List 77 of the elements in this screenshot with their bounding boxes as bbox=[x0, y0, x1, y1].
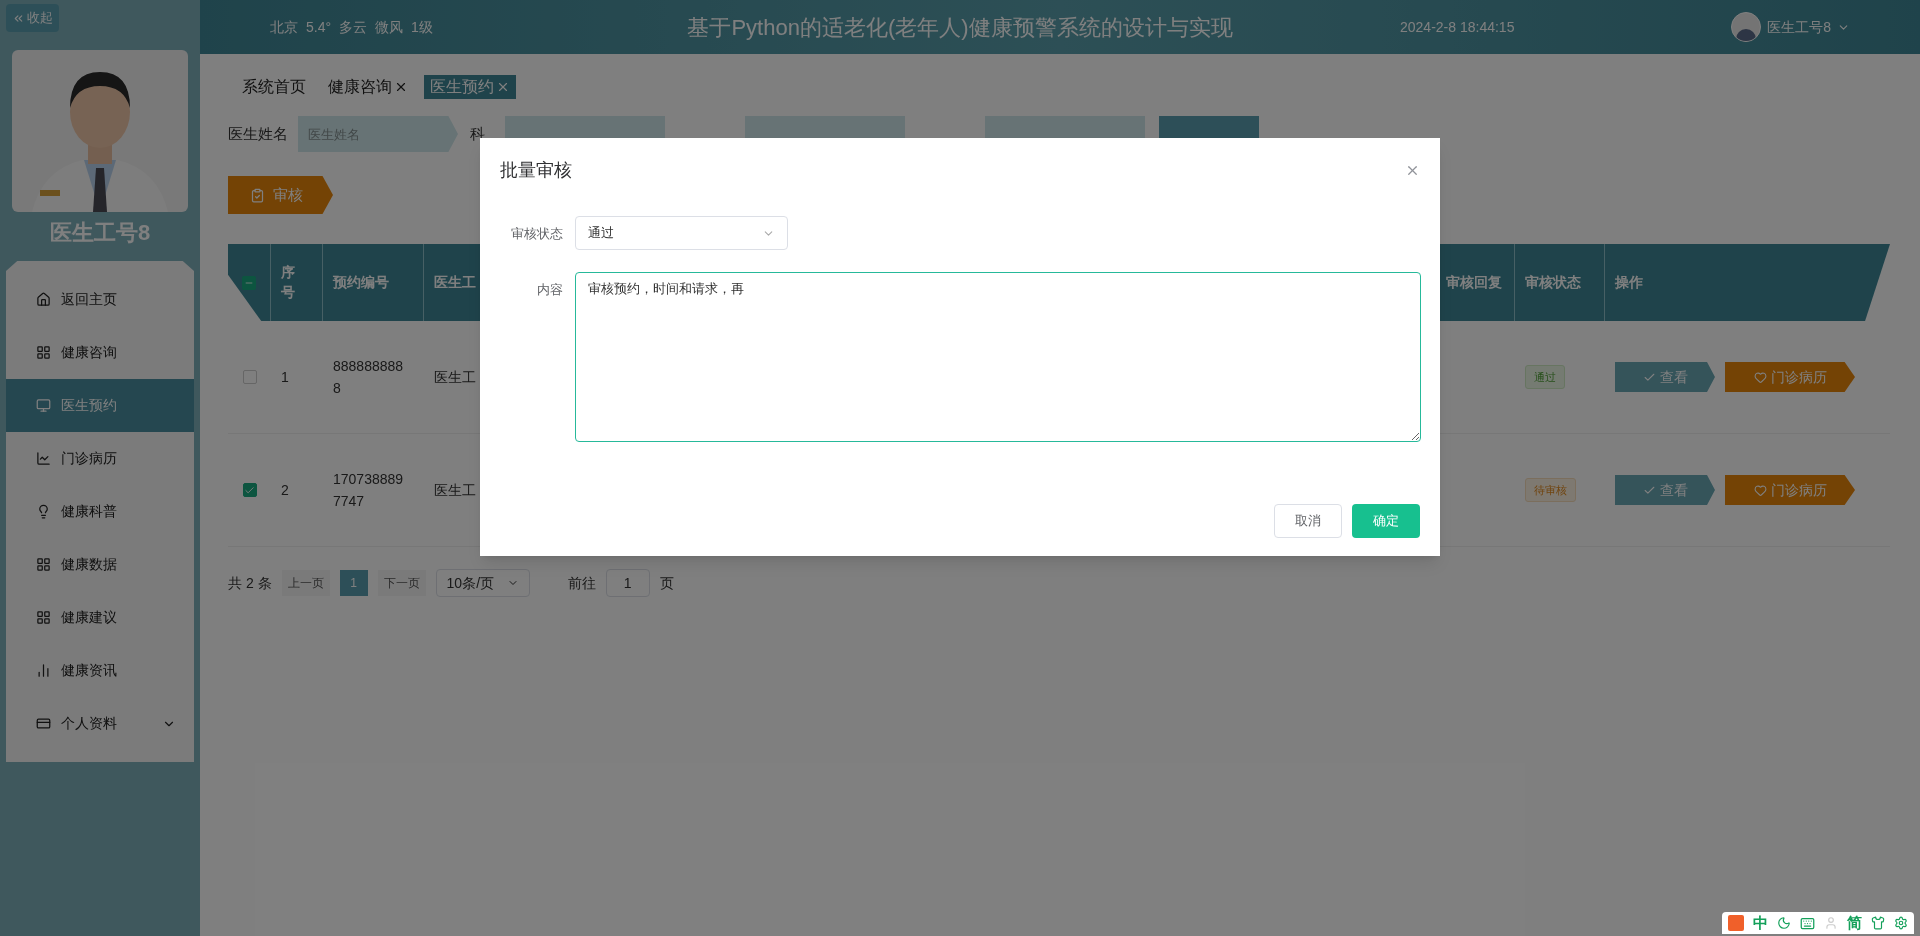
monitor-icon bbox=[36, 398, 51, 413]
table-cell: 2 bbox=[281, 481, 289, 498]
menu-item[interactable]: 健康数据 bbox=[6, 538, 194, 591]
status-tag: 待审核 bbox=[1525, 477, 1576, 503]
header-checkbox[interactable] bbox=[242, 275, 256, 290]
menu-item[interactable]: 返回主页 bbox=[6, 273, 194, 326]
heart-icon bbox=[1753, 370, 1767, 384]
moon-icon[interactable] bbox=[1777, 916, 1791, 930]
lightbulb-icon bbox=[36, 504, 51, 519]
weather-text: 多云 bbox=[339, 17, 368, 37]
page-unit: 页 bbox=[659, 573, 674, 593]
page-input[interactable]: 1 bbox=[605, 569, 650, 597]
datetime: 2024-2-8 18:44:15 bbox=[1400, 17, 1516, 37]
confirm-button[interactable]: 确定 bbox=[1352, 504, 1420, 538]
card-icon bbox=[36, 716, 51, 731]
column-header: 操作 bbox=[1615, 273, 1643, 292]
ime-mode[interactable]: 中 bbox=[1753, 911, 1768, 935]
next-button[interactable]: 下一页 bbox=[377, 570, 426, 596]
column-header: 审核状态 bbox=[1525, 273, 1581, 292]
keyboard-icon[interactable] bbox=[1800, 915, 1815, 931]
status-tag: 通过 bbox=[1525, 364, 1565, 390]
column-header: 预约编号 bbox=[333, 273, 389, 292]
check-icon bbox=[244, 484, 255, 496]
weather-text: 5.4° bbox=[306, 17, 332, 37]
cancel-button[interactable]: 取消 bbox=[1274, 504, 1342, 538]
goto-label: 前往 bbox=[567, 573, 596, 593]
clipboard-icon bbox=[250, 187, 265, 203]
shirt-icon[interactable] bbox=[1871, 916, 1885, 930]
system-title: 基于Python的适老化(老年人)健康预警系统的设计与实现 bbox=[686, 13, 1234, 42]
weather-text: 北京 bbox=[270, 17, 298, 37]
menu-item[interactable]: 健康科普 bbox=[6, 485, 194, 538]
menu-item[interactable]: 健康咨询 bbox=[6, 326, 194, 379]
menu-item[interactable]: 个人资料 bbox=[6, 697, 194, 750]
row-checkbox[interactable] bbox=[242, 483, 257, 497]
row-checkbox[interactable] bbox=[242, 370, 257, 384]
table-cell-text: 1707388897747 bbox=[333, 470, 405, 511]
grid-icon bbox=[36, 557, 51, 572]
close-icon[interactable] bbox=[394, 80, 408, 94]
table-cell: 医生工 bbox=[434, 368, 476, 385]
total-count: 共 2 条 bbox=[228, 573, 272, 593]
page-tab[interactable]: 健康咨询 bbox=[322, 75, 414, 99]
page-tab[interactable]: 系统首页 bbox=[236, 75, 312, 99]
doctor-name: 医生工号8 bbox=[49, 219, 151, 247]
weather-text: 微风 bbox=[375, 17, 404, 37]
form-label: 审核状态 bbox=[511, 225, 563, 243]
status-select[interactable]: 通过 bbox=[575, 216, 788, 250]
heart-icon bbox=[1753, 483, 1767, 497]
menu-item[interactable]: 门诊病历 bbox=[6, 432, 194, 485]
home-icon bbox=[36, 292, 51, 307]
prev-button[interactable]: 上一页 bbox=[281, 570, 330, 596]
table-cell-text: 8888888888 bbox=[333, 357, 405, 398]
grid-icon bbox=[36, 610, 51, 625]
menu-item[interactable]: 医生预约 bbox=[6, 379, 194, 432]
column-header: 审核回复 bbox=[1446, 273, 1502, 292]
line-chart-icon bbox=[36, 451, 51, 466]
page-size-select[interactable]: 10条/页 bbox=[435, 569, 530, 597]
menu-item[interactable]: 健康建议 bbox=[6, 591, 194, 644]
collapse-button[interactable]: 收起 bbox=[6, 4, 59, 32]
avatar[interactable] bbox=[1731, 12, 1762, 42]
menu-item[interactable]: 健康资讯 bbox=[6, 644, 194, 697]
page-tab[interactable]: 医生预约 bbox=[424, 75, 516, 99]
weather-text: 1级 bbox=[411, 17, 433, 37]
form-label: 内容 bbox=[537, 281, 563, 299]
settings-icon[interactable] bbox=[1894, 916, 1908, 930]
dialog-title: 批量审核 bbox=[500, 158, 572, 182]
page-number[interactable]: 1 bbox=[339, 570, 368, 596]
table-cell: 医生工 bbox=[434, 481, 476, 498]
close-icon[interactable] bbox=[496, 80, 510, 94]
column-header: 序号 bbox=[281, 262, 296, 302]
grid-icon bbox=[36, 345, 51, 360]
table-cell: 1 bbox=[281, 368, 289, 385]
column-header: 医生工 bbox=[434, 273, 476, 292]
ime-script[interactable]: 简 bbox=[1847, 911, 1862, 935]
content-field[interactable]: 审核预约，时间和请求，再 bbox=[575, 272, 1421, 442]
bar-chart-icon bbox=[36, 663, 51, 678]
user-name[interactable]: 医生工号8 bbox=[1767, 16, 1831, 38]
field-label: 医生姓名 bbox=[228, 123, 289, 144]
